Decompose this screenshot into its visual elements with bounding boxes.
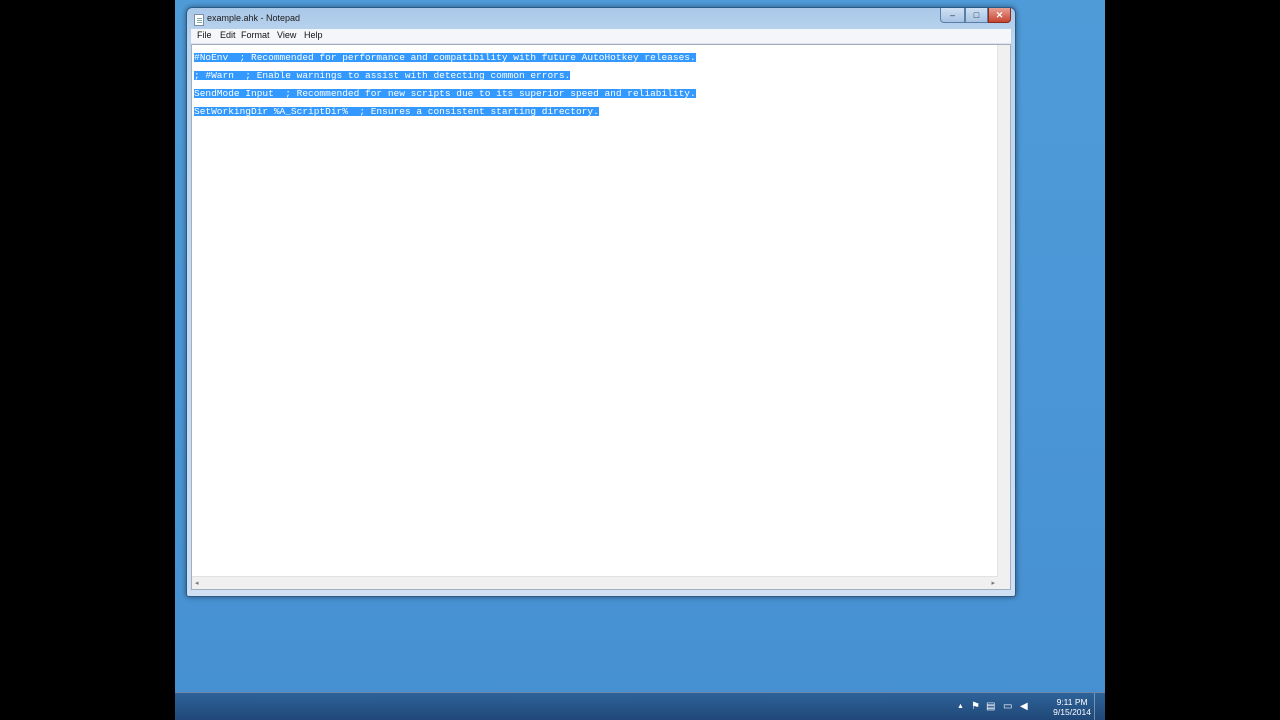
close-button[interactable]: ✕ (988, 8, 1011, 23)
system-tray: ▲ ⚑ ▤ ▭ ◀ 9:11 PM 9/15/2014 (955, 693, 1105, 720)
notepad-icon[interactable] (194, 14, 204, 26)
title-bar[interactable]: example.ahk - Notepad – □ ✕ (187, 8, 1015, 30)
menu-edit[interactable]: Edit (220, 30, 236, 40)
notepad-window: example.ahk - Notepad – □ ✕ File Edit Fo… (186, 7, 1016, 597)
code-line-4[interactable]: SetWorkingDir %A_ScriptDir% ; Ensures a … (194, 107, 599, 116)
menu-bar: File Edit Format View Help (191, 29, 1011, 44)
clock[interactable]: 9:11 PM 9/15/2014 (1053, 697, 1091, 717)
clock-date: 9/15/2014 (1053, 707, 1091, 717)
menu-file[interactable]: File (197, 30, 212, 40)
maximize-button[interactable]: □ (965, 8, 988, 23)
size-grip (998, 577, 1010, 589)
horizontal-scrollbar[interactable]: ◂ ▸ (192, 576, 998, 589)
text-content[interactable]: #NoEnv ; Recommended for performance and… (194, 47, 996, 575)
volume-icon[interactable]: ◀ (1020, 701, 1028, 712)
show-desktop-button[interactable] (1094, 693, 1105, 720)
taskbar: ▲ ⚑ ▤ ▭ ◀ 9:11 PM 9/15/2014 (175, 692, 1105, 720)
network-icon[interactable]: ▤ (986, 701, 995, 712)
menu-format[interactable]: Format (241, 30, 270, 40)
scroll-right-icon[interactable]: ▸ (991, 579, 995, 587)
flag-icon[interactable]: ⚑ (971, 701, 980, 712)
desktop: example.ahk - Notepad – □ ✕ File Edit Fo… (175, 0, 1105, 720)
vertical-scrollbar[interactable] (997, 45, 1010, 577)
scroll-left-icon[interactable]: ◂ (195, 579, 199, 587)
code-line-2[interactable]: ; #Warn ; Enable warnings to assist with… (194, 71, 571, 80)
window-title: example.ahk - Notepad (207, 13, 301, 23)
text-editor[interactable]: #NoEnv ; Recommended for performance and… (191, 44, 1011, 590)
menu-view[interactable]: View (277, 30, 296, 40)
code-line-1[interactable]: #NoEnv ; Recommended for performance and… (194, 53, 696, 62)
code-line-3[interactable]: SendMode Input ; Recommended for new scr… (194, 89, 696, 98)
up-arrow-icon[interactable]: ▲ (957, 703, 964, 710)
minimize-button[interactable]: – (940, 8, 965, 23)
display-icon[interactable]: ▭ (1003, 701, 1012, 712)
menu-help[interactable]: Help (304, 30, 323, 40)
clock-time: 9:11 PM (1056, 697, 1088, 707)
